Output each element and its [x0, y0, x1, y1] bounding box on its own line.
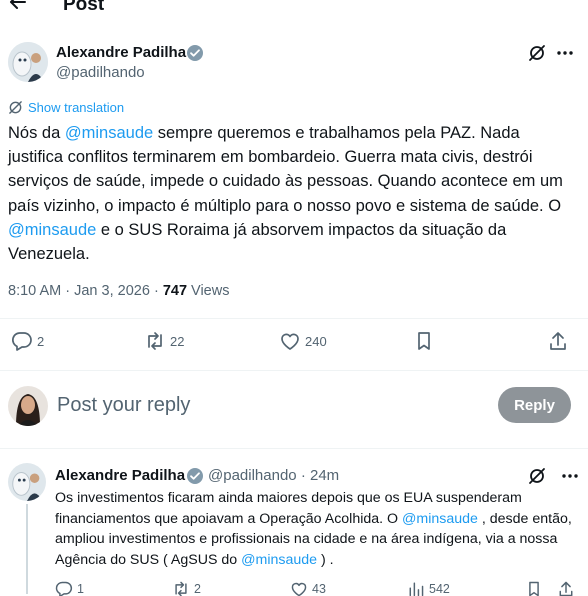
like-count: 43 [312, 582, 326, 596]
reply-count: 2 [37, 333, 45, 349]
bookmark-action[interactable] [525, 580, 543, 596]
reply-button[interactable]: Reply [498, 387, 571, 423]
share-action[interactable] [547, 330, 569, 352]
more-icon[interactable] [555, 43, 575, 63]
reply-action[interactable]: 2 [11, 330, 44, 352]
bookmark-action[interactable] [413, 330, 435, 352]
author-name[interactable]: Alexandre Padilha [56, 44, 186, 62]
like-action[interactable]: 240 [279, 330, 327, 352]
post-date[interactable]: Jan 3, 2026 [74, 283, 150, 299]
like-action[interactable]: 43 [290, 580, 326, 596]
grok-icon[interactable] [527, 466, 547, 486]
post-actions: 2 22 240 [0, 330, 588, 358]
share-action[interactable] [557, 580, 575, 596]
translate-icon [8, 100, 23, 115]
repost-count: 2 [194, 582, 201, 596]
reply-input[interactable]: Post your reply [57, 394, 190, 417]
text-segment: ) . [317, 551, 334, 568]
views-label: Views [191, 283, 230, 299]
author-avatar[interactable] [8, 42, 48, 82]
share-icon [547, 330, 569, 352]
reply-author-handle[interactable]: @padilhando · 24m [208, 467, 339, 485]
share-icon [557, 580, 575, 596]
verified-icon [186, 467, 204, 485]
mention-link[interactable]: @minsaude [8, 221, 96, 239]
mention-link[interactable]: @minsaude [65, 124, 153, 142]
repost-icon [144, 330, 166, 352]
post-meta: 8:10 AM · Jan 3, 2026 · 747 Views [8, 282, 229, 300]
repost-action[interactable]: 2 [172, 580, 201, 596]
mention-link[interactable]: @minsaude [241, 552, 317, 568]
reply-actions: 1 2 43 542 [0, 580, 588, 596]
repost-icon [172, 580, 190, 596]
like-icon [279, 330, 301, 352]
meta-separator: · [153, 283, 159, 299]
user-avatar[interactable] [8, 386, 48, 426]
page-title: Post [63, 0, 105, 15]
divider [0, 370, 588, 371]
mention-link[interactable]: @minsaude [402, 511, 478, 527]
bookmark-icon [413, 330, 435, 352]
reply-composer: Post your reply Reply [0, 380, 588, 432]
views-icon [407, 580, 425, 596]
reply-count: 1 [77, 582, 84, 596]
bookmark-icon [525, 580, 543, 596]
meta-separator: · [65, 283, 71, 299]
text-segment: Nós da [8, 124, 65, 142]
author-handle[interactable]: @padilhando [56, 64, 145, 82]
show-translation-link[interactable]: Show translation [8, 100, 124, 115]
reply-author-avatar[interactable] [8, 463, 46, 501]
divider [0, 448, 588, 449]
reply-icon [11, 330, 33, 352]
grok-icon[interactable] [527, 43, 547, 63]
reply-handle-text: @padilhando [208, 467, 297, 484]
reply-time[interactable]: 24m [310, 467, 339, 484]
post-text: Nós da @minsaude sempre queremos e traba… [8, 121, 578, 266]
reply-author-name[interactable]: Alexandre Padilha [55, 467, 185, 485]
like-icon [290, 580, 308, 596]
views-count: 542 [429, 582, 450, 596]
divider [0, 318, 588, 319]
back-arrow-icon[interactable] [8, 0, 28, 12]
post-time[interactable]: 8:10 AM [8, 283, 61, 299]
repost-action[interactable]: 22 [144, 330, 184, 352]
show-translation-label: Show translation [28, 100, 125, 115]
page-header: Post [0, 0, 588, 20]
views-count: 747 [162, 283, 188, 299]
meta-separator: · [300, 467, 306, 484]
reply-icon [55, 580, 73, 596]
verified-icon [186, 44, 204, 62]
views-action[interactable]: 542 [407, 580, 450, 596]
reply-text: Os investimentos ficaram ainda maiores d… [55, 488, 580, 570]
like-count: 240 [305, 333, 327, 349]
repost-count: 22 [170, 333, 185, 349]
more-icon[interactable] [560, 466, 580, 486]
reply-action[interactable]: 1 [55, 580, 84, 596]
